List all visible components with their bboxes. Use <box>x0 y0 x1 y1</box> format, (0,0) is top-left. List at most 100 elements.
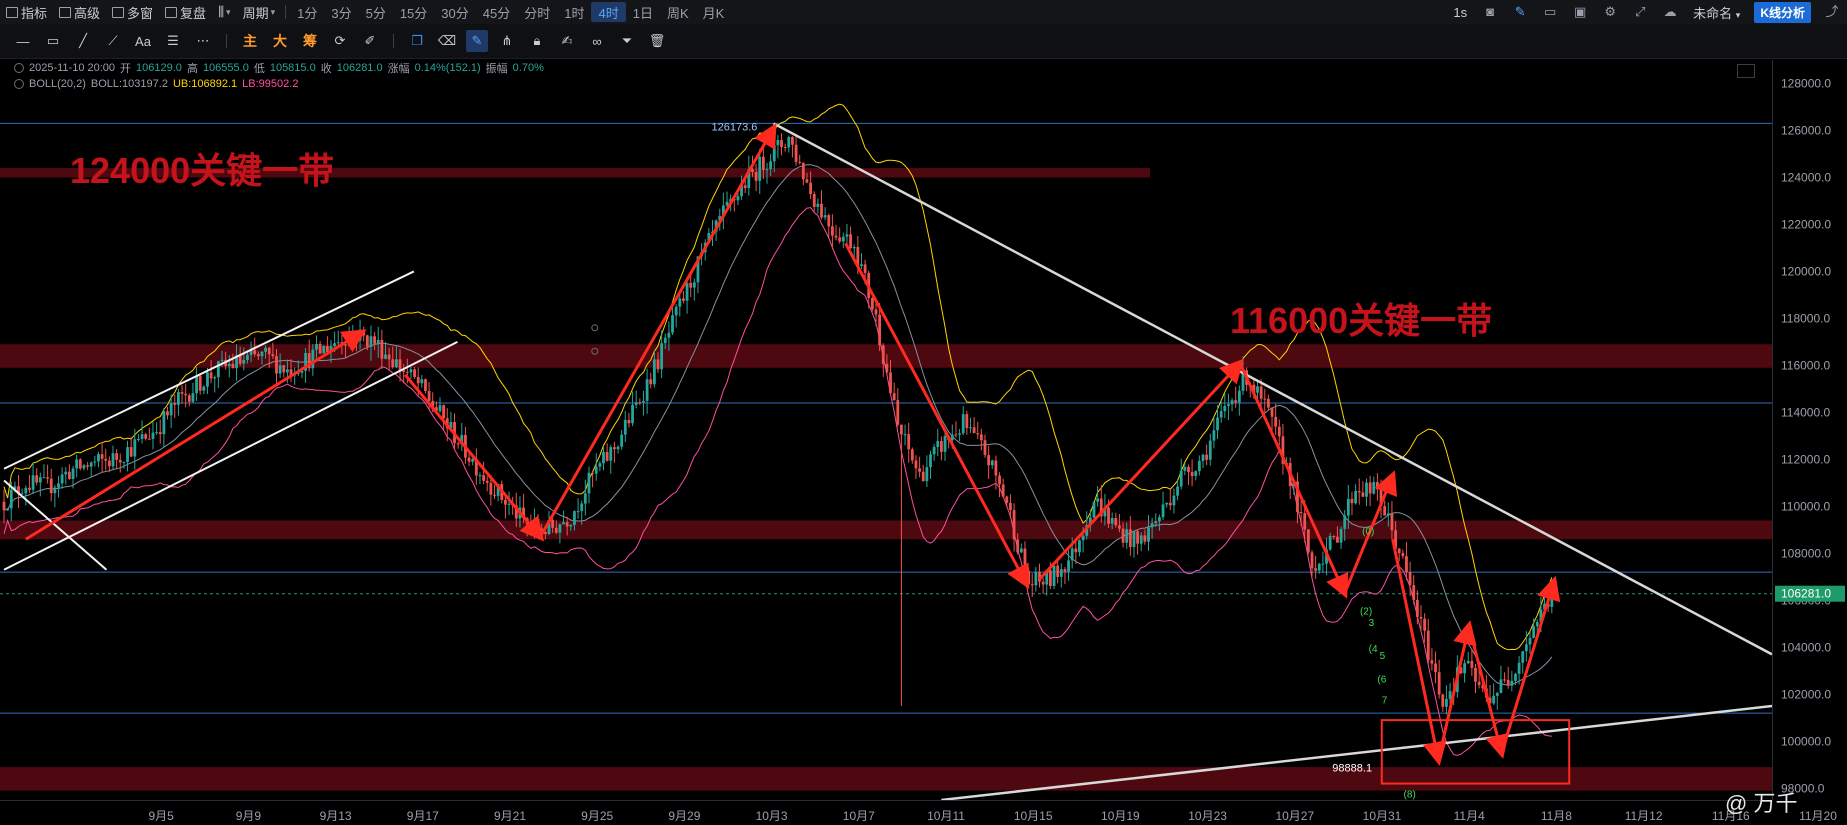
text-tool[interactable]: Aa <box>132 30 154 52</box>
period-dropdown[interactable]: 周期 ▾ <box>237 0 282 24</box>
collapse-icon[interactable] <box>14 63 24 73</box>
candle-body <box>438 405 442 412</box>
period-tab[interactable]: 4时 <box>591 2 626 22</box>
candle-body <box>213 377 217 379</box>
advanced-button[interactable]: 高级 <box>53 0 106 24</box>
price-tick-label: 120000.0 <box>1781 264 1831 278</box>
chip-distribution-toggle[interactable]: 筹 <box>299 30 321 52</box>
period-tab[interactable]: 月K <box>696 0 732 24</box>
candle-body <box>841 236 845 242</box>
camera-icon[interactable]: ◙ <box>1483 5 1497 19</box>
period-tab[interactable]: 分时 <box>517 0 557 24</box>
candle-body <box>104 458 108 461</box>
zone-116k-label: 116000关键一带 <box>1230 300 1493 341</box>
big-order-toggle[interactable]: 大 <box>269 30 291 52</box>
legend-close: 106281.0 <box>336 62 383 74</box>
candle-body <box>565 522 569 527</box>
settings-icon[interactable]: ⚙ <box>1603 5 1617 19</box>
candle-body <box>1415 599 1419 617</box>
candle-body <box>809 182 812 195</box>
more-tools-icon[interactable]: ⋯ <box>192 30 214 52</box>
chart-type-dropdown[interactable]: ⫼ ▾ <box>212 0 237 24</box>
legend-close-label: 收 <box>320 63 332 75</box>
price-tick-label: 110000.0 <box>1781 499 1830 513</box>
brush-tool-icon[interactable]: ✐ <box>359 30 381 52</box>
period-tab[interactable]: 15分 <box>393 0 434 24</box>
channel-upper-line <box>3 270 415 470</box>
candle-body <box>827 215 831 227</box>
period-tab[interactable]: 3分 <box>324 0 358 24</box>
candle-body <box>6 508 10 511</box>
candle-body <box>1012 510 1016 540</box>
pen-icon[interactable]: ✎ <box>1513 5 1527 19</box>
interval-selector[interactable]: 1s <box>1453 5 1467 20</box>
edit-layer-icon[interactable]: ✍ <box>556 30 578 52</box>
pencil-mode-icon[interactable]: ✎ <box>466 30 488 52</box>
layout-name-dropdown[interactable]: 未命名 ▾ <box>1693 3 1740 22</box>
candle-body <box>1114 517 1118 526</box>
candle-body <box>1506 679 1510 686</box>
candle-body <box>1056 565 1060 577</box>
candle-body <box>427 391 431 401</box>
candle-body <box>166 411 169 416</box>
magnet-icon[interactable]: ⋔ <box>496 30 518 52</box>
date-axis: 9月5 9月9 9月13 9月17 9月21 9月25 9月29 10月3 10月7 10月11 1… <box>0 800 1837 825</box>
drawing-toolbar: — ▭ ╱ ⟋ Aa ☰ ⋯ 主 大 筹 ⟳ ✐ ❐ ⌫ ✎ ⋔ 🔒︎ ✍ ∞ … <box>0 24 1847 59</box>
kline-analysis-button[interactable]: K线分析 <box>1754 1 1811 23</box>
rectangle-tool-icon[interactable]: ▭ <box>42 30 64 52</box>
period-tab[interactable]: 周K <box>660 0 696 24</box>
candle-body <box>140 434 144 439</box>
period-tab[interactable]: 1日 <box>626 0 660 24</box>
horizontal-line-tool-icon[interactable]: — <box>12 30 34 52</box>
ray-tool-icon[interactable]: ⟋ <box>102 30 124 52</box>
expand-chart-icon[interactable] <box>1737 64 1755 78</box>
replay-button[interactable]: 复盘 <box>159 0 212 24</box>
resistance-zone <box>0 520 1772 540</box>
period-tab[interactable]: 30分 <box>434 0 475 24</box>
candle-body <box>1201 454 1205 461</box>
indicator-visibility-icon[interactable] <box>14 79 24 89</box>
period-tab[interactable]: 45分 <box>476 0 517 24</box>
candle-body <box>231 363 235 369</box>
refresh-drawing-icon[interactable]: ⟳ <box>329 30 351 52</box>
candle-body <box>656 359 660 370</box>
candle-body <box>787 137 791 148</box>
candle-body <box>831 226 834 236</box>
candle-body <box>598 463 602 467</box>
copy-icon[interactable]: ❐ <box>406 30 428 52</box>
period-tab[interactable]: 5分 <box>359 0 393 24</box>
trend-line-tool-icon[interactable]: ╱ <box>72 30 94 52</box>
price-tick-label: 118000.0 <box>1781 311 1830 325</box>
save-icon[interactable]: ▣ <box>1573 5 1587 19</box>
period-tab[interactable]: 1时 <box>557 0 591 24</box>
candle-body <box>1005 496 1009 503</box>
share-icon[interactable]: ⤴ <box>1825 5 1839 19</box>
candle-body <box>60 474 64 484</box>
candle-body <box>801 162 805 180</box>
filter-icon[interactable]: ⏷ <box>616 30 638 52</box>
cloud-icon[interactable]: ☁ <box>1663 5 1677 19</box>
candle-body <box>634 402 638 405</box>
candle-body <box>1212 430 1216 441</box>
candle-body <box>1408 572 1412 586</box>
multi-window-button[interactable]: 多窗 <box>106 0 159 24</box>
eraser-icon[interactable]: ⌫ <box>436 30 458 52</box>
price-tick-label: 122000.0 <box>1781 217 1831 231</box>
candle-body <box>638 402 642 404</box>
fullscreen-icon[interactable]: ⤢ <box>1633 5 1647 19</box>
lock-icon[interactable]: 🔒︎ <box>526 30 548 52</box>
td-sequence-label: (0) <box>1362 527 1374 538</box>
link-icon[interactable]: ∞ <box>586 30 608 52</box>
indicators-button[interactable]: 指标 <box>0 0 53 24</box>
candle-body <box>1128 529 1132 548</box>
window-icon[interactable]: ▭ <box>1543 5 1557 19</box>
main-chart-toggle[interactable]: 主 <box>239 30 261 52</box>
candle-body <box>1139 535 1143 544</box>
period-tab[interactable]: 1分 <box>290 0 324 24</box>
candle-body <box>1041 581 1045 585</box>
delete-icon[interactable]: 🗑︎ <box>646 30 668 52</box>
candle-body <box>1009 502 1012 511</box>
candle-body <box>489 482 493 495</box>
fibonacci-tool-icon[interactable]: ☰ <box>162 30 184 52</box>
candle-body <box>147 438 151 440</box>
